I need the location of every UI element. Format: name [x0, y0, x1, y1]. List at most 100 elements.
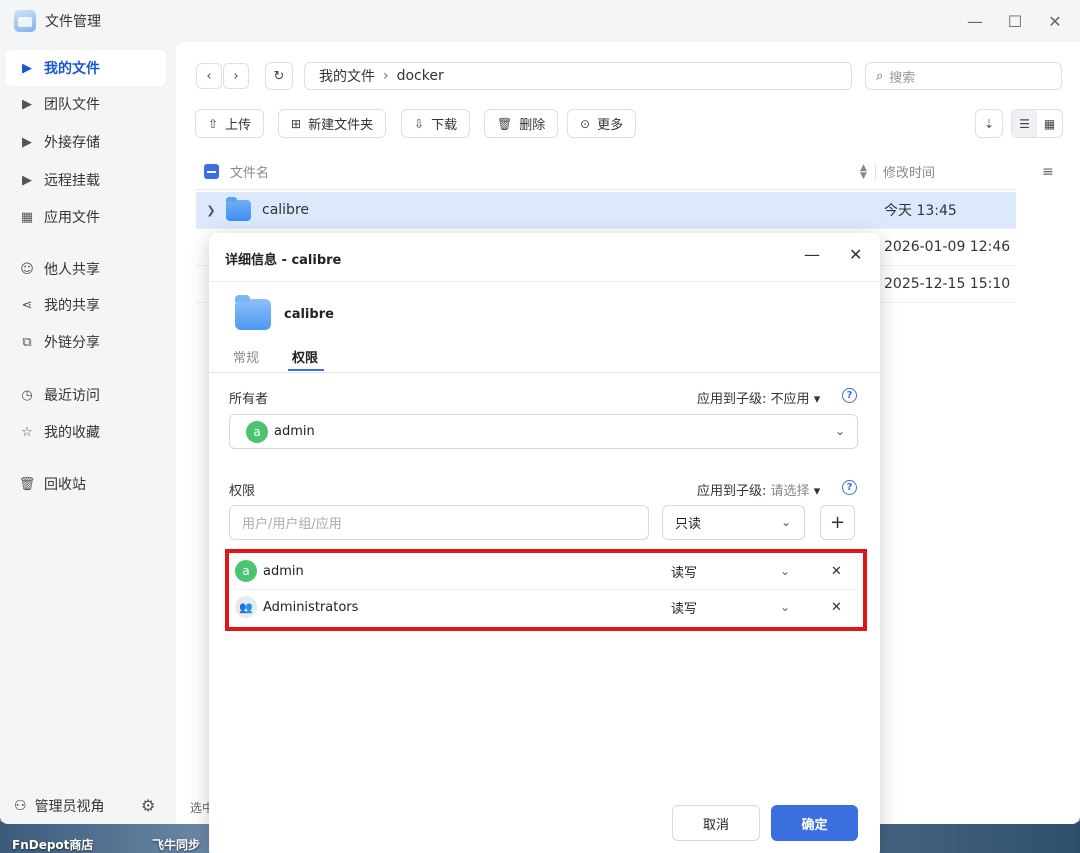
- apply-value: 不应用: [770, 392, 810, 407]
- divider: [209, 281, 880, 282]
- folder-icon: [235, 295, 271, 330]
- file-name: calibre: [262, 202, 310, 218]
- tab-general[interactable]: 常规: [233, 347, 259, 366]
- sidebar-item-remote-mount[interactable]: ▶ 远程挂载: [6, 162, 166, 198]
- caret-down-icon: ▾: [813, 484, 821, 499]
- download-label: 下载: [431, 118, 458, 133]
- upload-icon: ⇧: [208, 116, 219, 131]
- admin-view-toggle[interactable]: ⚇ 管理员视角: [14, 796, 105, 816]
- search-input[interactable]: ⌕ 搜索: [865, 62, 1062, 90]
- cancel-button[interactable]: 取消: [672, 805, 760, 841]
- user-icon: ☺: [20, 261, 34, 277]
- entry-name: Administrators: [263, 599, 359, 615]
- permission-entry: a admin 读写 ⌄ ✕: [235, 553, 855, 589]
- dialog-minimize-icon[interactable]: —: [804, 245, 820, 264]
- delete-label: 删除: [519, 118, 546, 133]
- sort-arrows-icon[interactable]: ▲ ▼: [860, 164, 867, 181]
- expand-chevron-icon[interactable]: ❯: [196, 204, 226, 217]
- dialog-title: 详细信息 - calibre: [225, 253, 342, 268]
- apply-label: 应用到子级:: [697, 484, 767, 499]
- entry-level[interactable]: 读写: [671, 562, 697, 581]
- maximize-icon[interactable]: ☐: [1002, 8, 1028, 34]
- owner-name: admin: [274, 424, 315, 439]
- folder-icon: [226, 196, 251, 221]
- sidebar-item-my-shares[interactable]: ⋖ 我的共享: [6, 287, 166, 323]
- column-header-name[interactable]: 文件名: [230, 162, 269, 181]
- sidebar-item-recent[interactable]: ◷ 最近访问: [6, 377, 166, 413]
- sidebar-item-label: 回收站: [44, 477, 86, 493]
- more-icon: ⊙: [580, 116, 591, 131]
- sidebar-item-label: 远程挂载: [44, 173, 100, 189]
- sidebar-item-label: 最近访问: [44, 388, 100, 404]
- sidebar-item-recycle-bin[interactable]: 🗑 回收站: [6, 466, 166, 502]
- list-view-icon[interactable]: ☰: [1012, 110, 1037, 137]
- help-icon[interactable]: ?: [842, 480, 857, 495]
- sidebar-item-label: 我的收藏: [44, 425, 100, 441]
- chevron-down-icon[interactable]: ⌄: [780, 600, 790, 614]
- tab-permissions[interactable]: 权限: [292, 347, 318, 366]
- sidebar-item-label: 我的共享: [44, 298, 100, 314]
- sidebar-item-favorites[interactable]: ☆ 我的收藏: [6, 414, 166, 450]
- forward-button[interactable]: ›: [223, 63, 249, 89]
- table-row[interactable]: ❯ calibre 今天 13:45: [196, 192, 1016, 229]
- ok-button[interactable]: 确定: [771, 805, 858, 841]
- add-permission-button[interactable]: +: [820, 505, 855, 540]
- back-button[interactable]: ‹: [196, 63, 222, 89]
- remove-icon[interactable]: ✕: [831, 600, 842, 615]
- chevron-down-icon[interactable]: ⌄: [780, 564, 790, 578]
- desktop-label-sync[interactable]: 飞牛同步: [152, 836, 200, 853]
- sort-icon[interactable]: ⇣: [975, 109, 1003, 138]
- minimize-icon[interactable]: —: [962, 8, 988, 34]
- breadcrumb-separator-icon: ›: [383, 68, 389, 84]
- sidebar-item-app-files[interactable]: ▦ 应用文件: [6, 199, 166, 235]
- more-button[interactable]: ⊙ 更多: [567, 109, 637, 138]
- view-toggle: ☰ ▦: [1011, 109, 1063, 138]
- admin-view-label: 管理员视角: [34, 799, 105, 815]
- owner-apply-to-children[interactable]: 应用到子级: 不应用 ▾: [697, 388, 820, 407]
- sidebar-item-external-storage[interactable]: ▶ 外接存储: [6, 124, 166, 160]
- desktop-label-fndepot[interactable]: FnDepot商店: [12, 836, 93, 853]
- perm-apply-to-children[interactable]: 应用到子级: 请选择 ▾: [697, 480, 820, 499]
- sidebar-item-my-files[interactable]: ▶ 我的文件: [6, 50, 166, 86]
- upload-button[interactable]: ⇧ 上传: [195, 109, 265, 138]
- breadcrumb-root[interactable]: 我的文件: [319, 66, 375, 86]
- admin-icon: ⚇: [14, 798, 27, 814]
- group-icon: 👥: [235, 596, 257, 618]
- star-icon: ☆: [21, 424, 33, 440]
- download-button[interactable]: ⇩ 下载: [401, 109, 471, 138]
- search-placeholder: 搜索: [889, 70, 916, 86]
- breadcrumb[interactable]: 我的文件 › docker: [304, 62, 852, 90]
- trash-icon: 🗑: [18, 476, 36, 492]
- column-divider[interactable]: [875, 164, 876, 180]
- help-icon[interactable]: ?: [842, 388, 857, 403]
- delete-button[interactable]: 🗑 删除: [484, 109, 559, 138]
- grid-view-icon[interactable]: ▦: [1037, 110, 1062, 137]
- permission-level-select[interactable]: 只读 ⌄: [662, 505, 805, 540]
- grid-icon: ▦: [20, 209, 34, 225]
- remove-icon[interactable]: ✕: [831, 564, 842, 579]
- select-all-checkbox[interactable]: [204, 164, 219, 179]
- refresh-icon[interactable]: ↻: [265, 62, 293, 90]
- close-icon[interactable]: ✕: [1042, 8, 1068, 34]
- search-icon: ⌕: [876, 68, 884, 84]
- settings-gear-icon[interactable]: ⚙: [141, 796, 155, 815]
- dialog-close-icon[interactable]: ✕: [849, 245, 862, 264]
- more-label: 更多: [597, 118, 624, 133]
- user-group-input[interactable]: 用户/用户组/应用: [229, 505, 649, 540]
- file-mtime: 2026-01-09 12:46: [884, 239, 1011, 255]
- upload-label: 上传: [225, 118, 252, 133]
- breadcrumb-current[interactable]: docker: [397, 68, 444, 84]
- sidebar-item-shared-with-me[interactable]: ☺ 他人共享: [6, 251, 166, 287]
- caret-right-icon: ▶: [22, 60, 32, 76]
- new-folder-button[interactable]: ⊞ 新建文件夹: [278, 109, 387, 138]
- sidebar-item-label: 团队文件: [44, 97, 100, 113]
- avatar: a: [235, 560, 257, 582]
- entry-level[interactable]: 读写: [671, 598, 697, 617]
- sidebar-item-team-files[interactable]: ▶ 团队文件: [6, 86, 166, 122]
- sidebar-item-link-shares[interactable]: ⧉ 外链分享: [6, 324, 166, 360]
- column-settings-icon[interactable]: ≡: [1042, 164, 1054, 180]
- permission-entry: 👥 Administrators 读写 ⌄ ✕: [235, 589, 855, 625]
- file-mtime: 今天 13:45: [884, 203, 957, 219]
- owner-select[interactable]: a admin ⌄: [229, 414, 858, 449]
- column-header-mtime[interactable]: 修改时间: [883, 162, 935, 181]
